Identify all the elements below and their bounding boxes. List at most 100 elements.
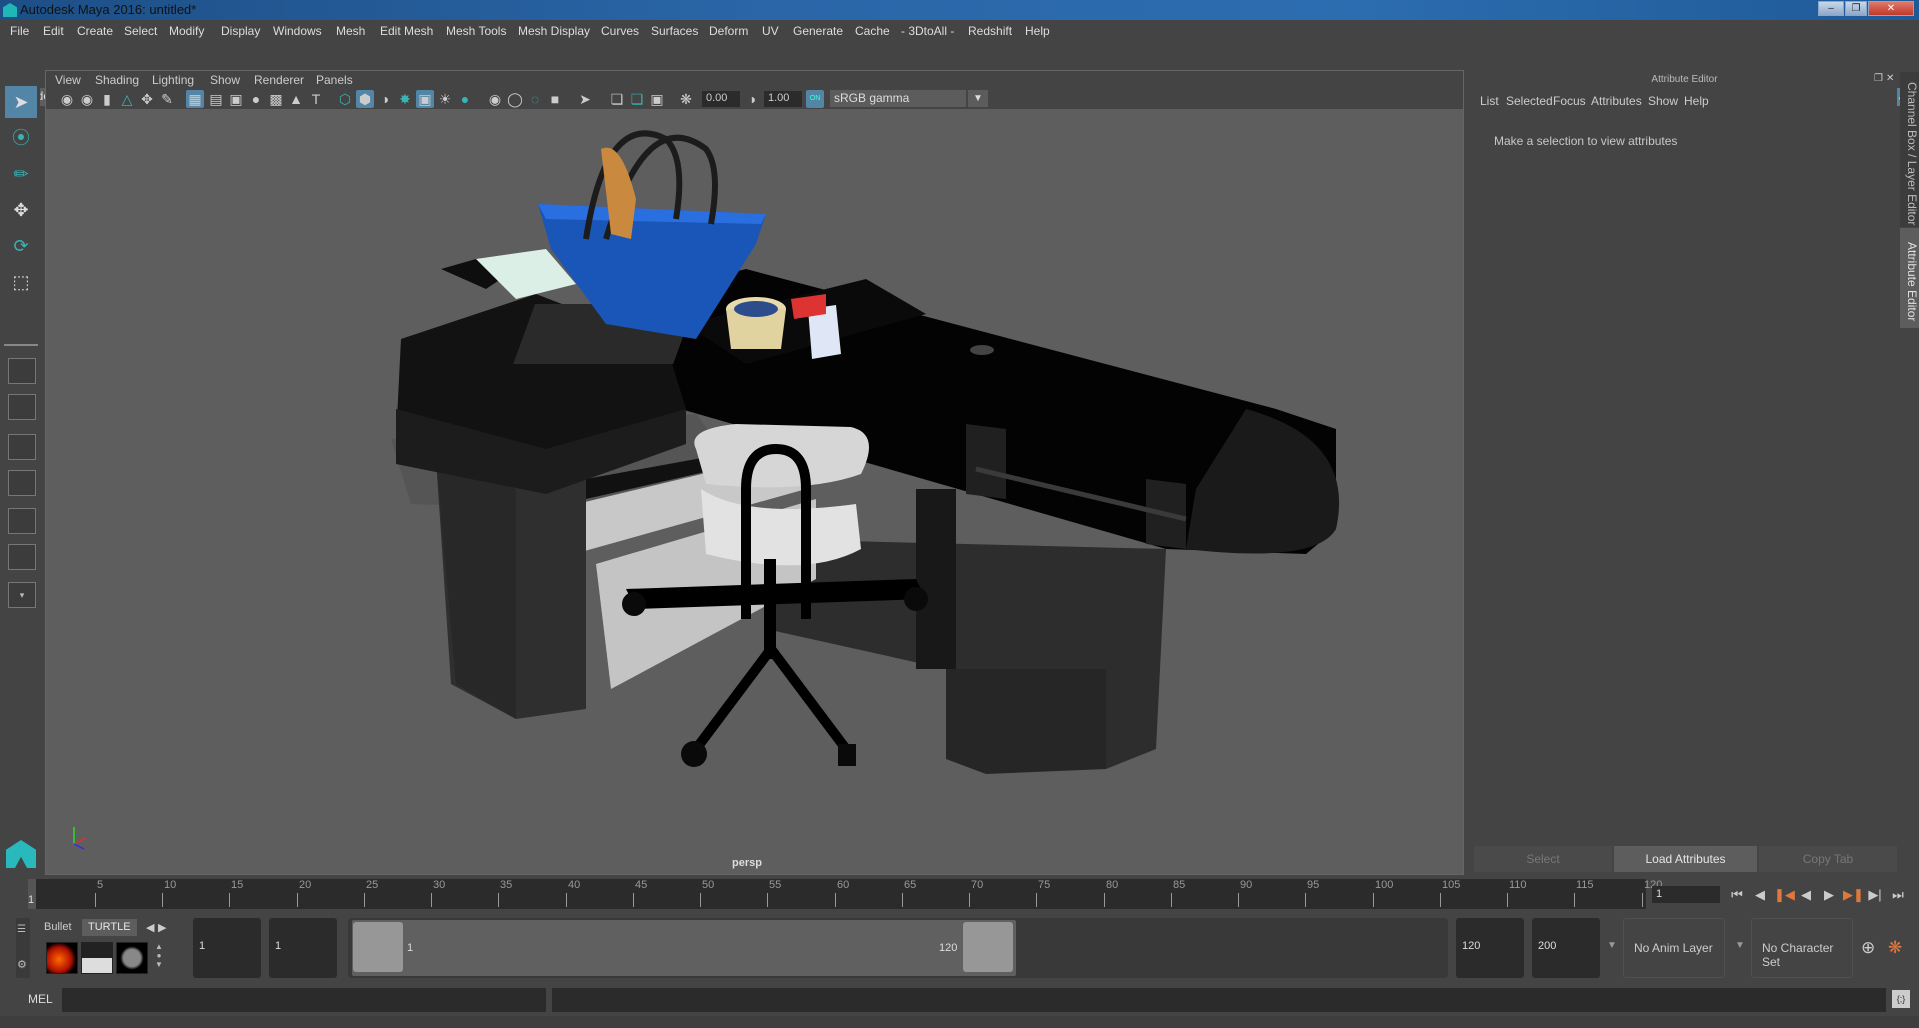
rotate-tool-icon[interactable]: ⟳ bbox=[5, 230, 37, 262]
ae-select-button[interactable]: Select bbox=[1474, 846, 1612, 872]
field-chart-icon[interactable]: ▩ bbox=[267, 90, 285, 108]
tab-attribute-editor[interactable]: Attribute Editor bbox=[1900, 228, 1919, 328]
image-plane-icon[interactable]: △ bbox=[118, 90, 136, 108]
grid-icon[interactable]: ▦ bbox=[186, 90, 204, 108]
move-tool-icon[interactable]: ✥ bbox=[5, 194, 37, 226]
panel-menu-renderer[interactable]: Renderer bbox=[254, 73, 304, 87]
restore-button[interactable]: ❐ bbox=[1845, 1, 1867, 16]
grease-pencil-icon[interactable]: ✎ bbox=[158, 90, 176, 108]
xray-components-icon[interactable]: ▣ bbox=[648, 90, 666, 108]
menu-3dtoall[interactable]: - 3DtoAll - bbox=[901, 24, 954, 38]
go-to-start-icon[interactable]: ⏮ bbox=[1728, 887, 1746, 903]
shelf-tab-bullet[interactable]: Bullet bbox=[38, 919, 78, 936]
exposure-field[interactable]: 0.00 bbox=[702, 91, 740, 107]
auto-key-icon[interactable]: ⊕ bbox=[1861, 938, 1875, 958]
menu-cache[interactable]: Cache bbox=[855, 24, 890, 38]
float-panel-icon[interactable]: ❐ bbox=[1874, 73, 1883, 84]
anim-layer-dropdown[interactable]: No Anim Layer bbox=[1623, 918, 1725, 978]
menu-redshift[interactable]: Redshift bbox=[968, 24, 1012, 38]
smooth-shade-icon[interactable]: ⬢ bbox=[356, 90, 374, 108]
gamma-field[interactable]: 1.00 bbox=[764, 91, 802, 107]
tab-channel-box-layer-editor[interactable]: Channel Box / Layer Editor bbox=[1900, 72, 1919, 227]
persp-graph-layout-icon[interactable] bbox=[8, 470, 36, 496]
four-view-layout-icon[interactable] bbox=[8, 394, 36, 420]
minimize-button[interactable]: – bbox=[1818, 1, 1844, 16]
go-to-end-icon[interactable]: ⏭ bbox=[1889, 887, 1907, 903]
menu-edit-mesh[interactable]: Edit Mesh bbox=[380, 24, 433, 38]
wireframe-icon[interactable]: ⬡ bbox=[336, 90, 354, 108]
shelf-scroll-icon[interactable]: ▲ ● ▼ bbox=[153, 942, 165, 974]
textured-icon[interactable]: ✸ bbox=[396, 90, 414, 108]
motion-blur-icon[interactable]: ◯ bbox=[506, 90, 524, 108]
turtle-sphere-icon[interactable] bbox=[116, 942, 148, 974]
menu-mesh-tools[interactable]: Mesh Tools bbox=[446, 24, 506, 38]
menu-mesh-display[interactable]: Mesh Display bbox=[518, 24, 590, 38]
playback-end-field[interactable]: 120 bbox=[1456, 918, 1524, 978]
turtle-bake-icon[interactable] bbox=[81, 942, 113, 974]
shelf-tab-turtle[interactable]: TURTLE bbox=[82, 919, 137, 936]
menu-modify[interactable]: Modify bbox=[169, 24, 204, 38]
camera-icon[interactable]: ◉ bbox=[58, 90, 76, 108]
menu-help[interactable]: Help bbox=[1025, 24, 1050, 38]
isolate-select-icon[interactable]: ➤ bbox=[576, 90, 594, 108]
xray-icon[interactable]: ❏ bbox=[608, 90, 626, 108]
ae-menu-help[interactable]: Help bbox=[1684, 94, 1709, 108]
screen-space-ao-icon[interactable]: ◉ bbox=[486, 90, 504, 108]
menu-select[interactable]: Select bbox=[124, 24, 157, 38]
bookmark-icon[interactable]: ▮ bbox=[98, 90, 116, 108]
safe-action-icon[interactable]: ▲ bbox=[287, 90, 305, 108]
depth-of-field-icon[interactable]: ■ bbox=[546, 90, 564, 108]
load-attributes-button[interactable]: Load Attributes bbox=[1614, 846, 1757, 872]
play-backwards-icon[interactable]: ◀ bbox=[1797, 887, 1815, 903]
ae-menu-selected[interactable]: Selected bbox=[1506, 94, 1553, 108]
ae-menu-list[interactable]: List bbox=[1480, 94, 1499, 108]
script-editor-icon[interactable]: {;} bbox=[1892, 990, 1910, 1008]
command-input[interactable] bbox=[62, 988, 546, 1012]
menu-mesh[interactable]: Mesh bbox=[336, 24, 365, 38]
menu-file[interactable]: File bbox=[10, 24, 29, 38]
use-all-lights-icon[interactable]: ▣ bbox=[416, 90, 434, 108]
range-end-handle[interactable] bbox=[963, 922, 1013, 972]
scale-tool-icon[interactable]: ⬚ bbox=[5, 266, 37, 298]
menu-curves[interactable]: Curves bbox=[601, 24, 639, 38]
hypershade-layout-icon[interactable] bbox=[8, 508, 36, 534]
character-set-chevron-icon[interactable]: ▼ bbox=[1735, 940, 1745, 951]
step-back-key-icon[interactable]: ❚◀ bbox=[1774, 887, 1795, 903]
xray-joints-icon[interactable]: ❏ bbox=[628, 90, 646, 108]
panel-menu-show[interactable]: Show bbox=[210, 73, 240, 87]
step-back-frame-icon[interactable]: ◀​ bbox=[1751, 887, 1769, 903]
film-gate-icon[interactable]: ▤ bbox=[207, 90, 225, 108]
anim-layer-chevron-icon[interactable]: ▼ bbox=[1607, 940, 1617, 951]
character-set-dropdown[interactable]: No Character Set bbox=[1751, 918, 1853, 978]
menu-windows[interactable]: Windows bbox=[273, 24, 322, 38]
lasso-tool-icon[interactable]: ⦿ bbox=[5, 122, 37, 154]
shelf-menu-icon[interactable]: ☰ bbox=[17, 924, 26, 935]
step-forward-frame-icon[interactable]: ▶| bbox=[1866, 887, 1884, 903]
shadows-icon[interactable]: ● bbox=[456, 90, 474, 108]
copy-tab-button[interactable]: Copy Tab bbox=[1759, 846, 1897, 872]
menu-display[interactable]: Display bbox=[221, 24, 260, 38]
3d-viewport[interactable]: persp bbox=[46, 109, 1463, 874]
view-transform-dropdown[interactable]: sRGB gamma ▼ bbox=[830, 90, 988, 107]
paint-select-tool-icon[interactable]: ✏ bbox=[5, 158, 37, 190]
shelf-settings-icon[interactable]: ⚙ bbox=[17, 958, 27, 971]
ae-menu-focus[interactable]: Focus bbox=[1553, 94, 1586, 108]
start-time-field[interactable]: 1 bbox=[193, 918, 261, 978]
ae-menu-show[interactable]: Show bbox=[1648, 94, 1678, 108]
step-forward-key-icon[interactable]: ▶❚ bbox=[1843, 887, 1864, 903]
color-management-toggle[interactable]: ON bbox=[806, 90, 824, 108]
time-slider[interactable]: 1 5 10 15 20 25 30 35 40 45 50 55 60 65 70 75 80 85 90 95 1… bbox=[28, 879, 1662, 909]
anti-aliasing-icon[interactable]: ◌ bbox=[526, 90, 544, 108]
close-button[interactable]: ✕ bbox=[1868, 1, 1914, 16]
panel-menu-panels[interactable]: Panels bbox=[316, 73, 353, 87]
shelf-tab-next-icon[interactable]: ▶ bbox=[152, 919, 172, 936]
resolution-gate-icon[interactable]: ▣ bbox=[227, 90, 245, 108]
menu-edit[interactable]: Edit bbox=[43, 24, 64, 38]
single-perspective-layout-icon[interactable] bbox=[8, 358, 36, 384]
menu-create[interactable]: Create bbox=[77, 24, 113, 38]
persp-node-layout-icon[interactable] bbox=[8, 544, 36, 570]
current-frame-field[interactable]: 1 bbox=[1652, 886, 1720, 903]
close-panel-icon[interactable]: ✕ bbox=[1886, 73, 1894, 84]
persp-outliner-layout-icon[interactable] bbox=[8, 434, 36, 460]
script-language-toggle[interactable]: MEL bbox=[28, 992, 53, 1006]
